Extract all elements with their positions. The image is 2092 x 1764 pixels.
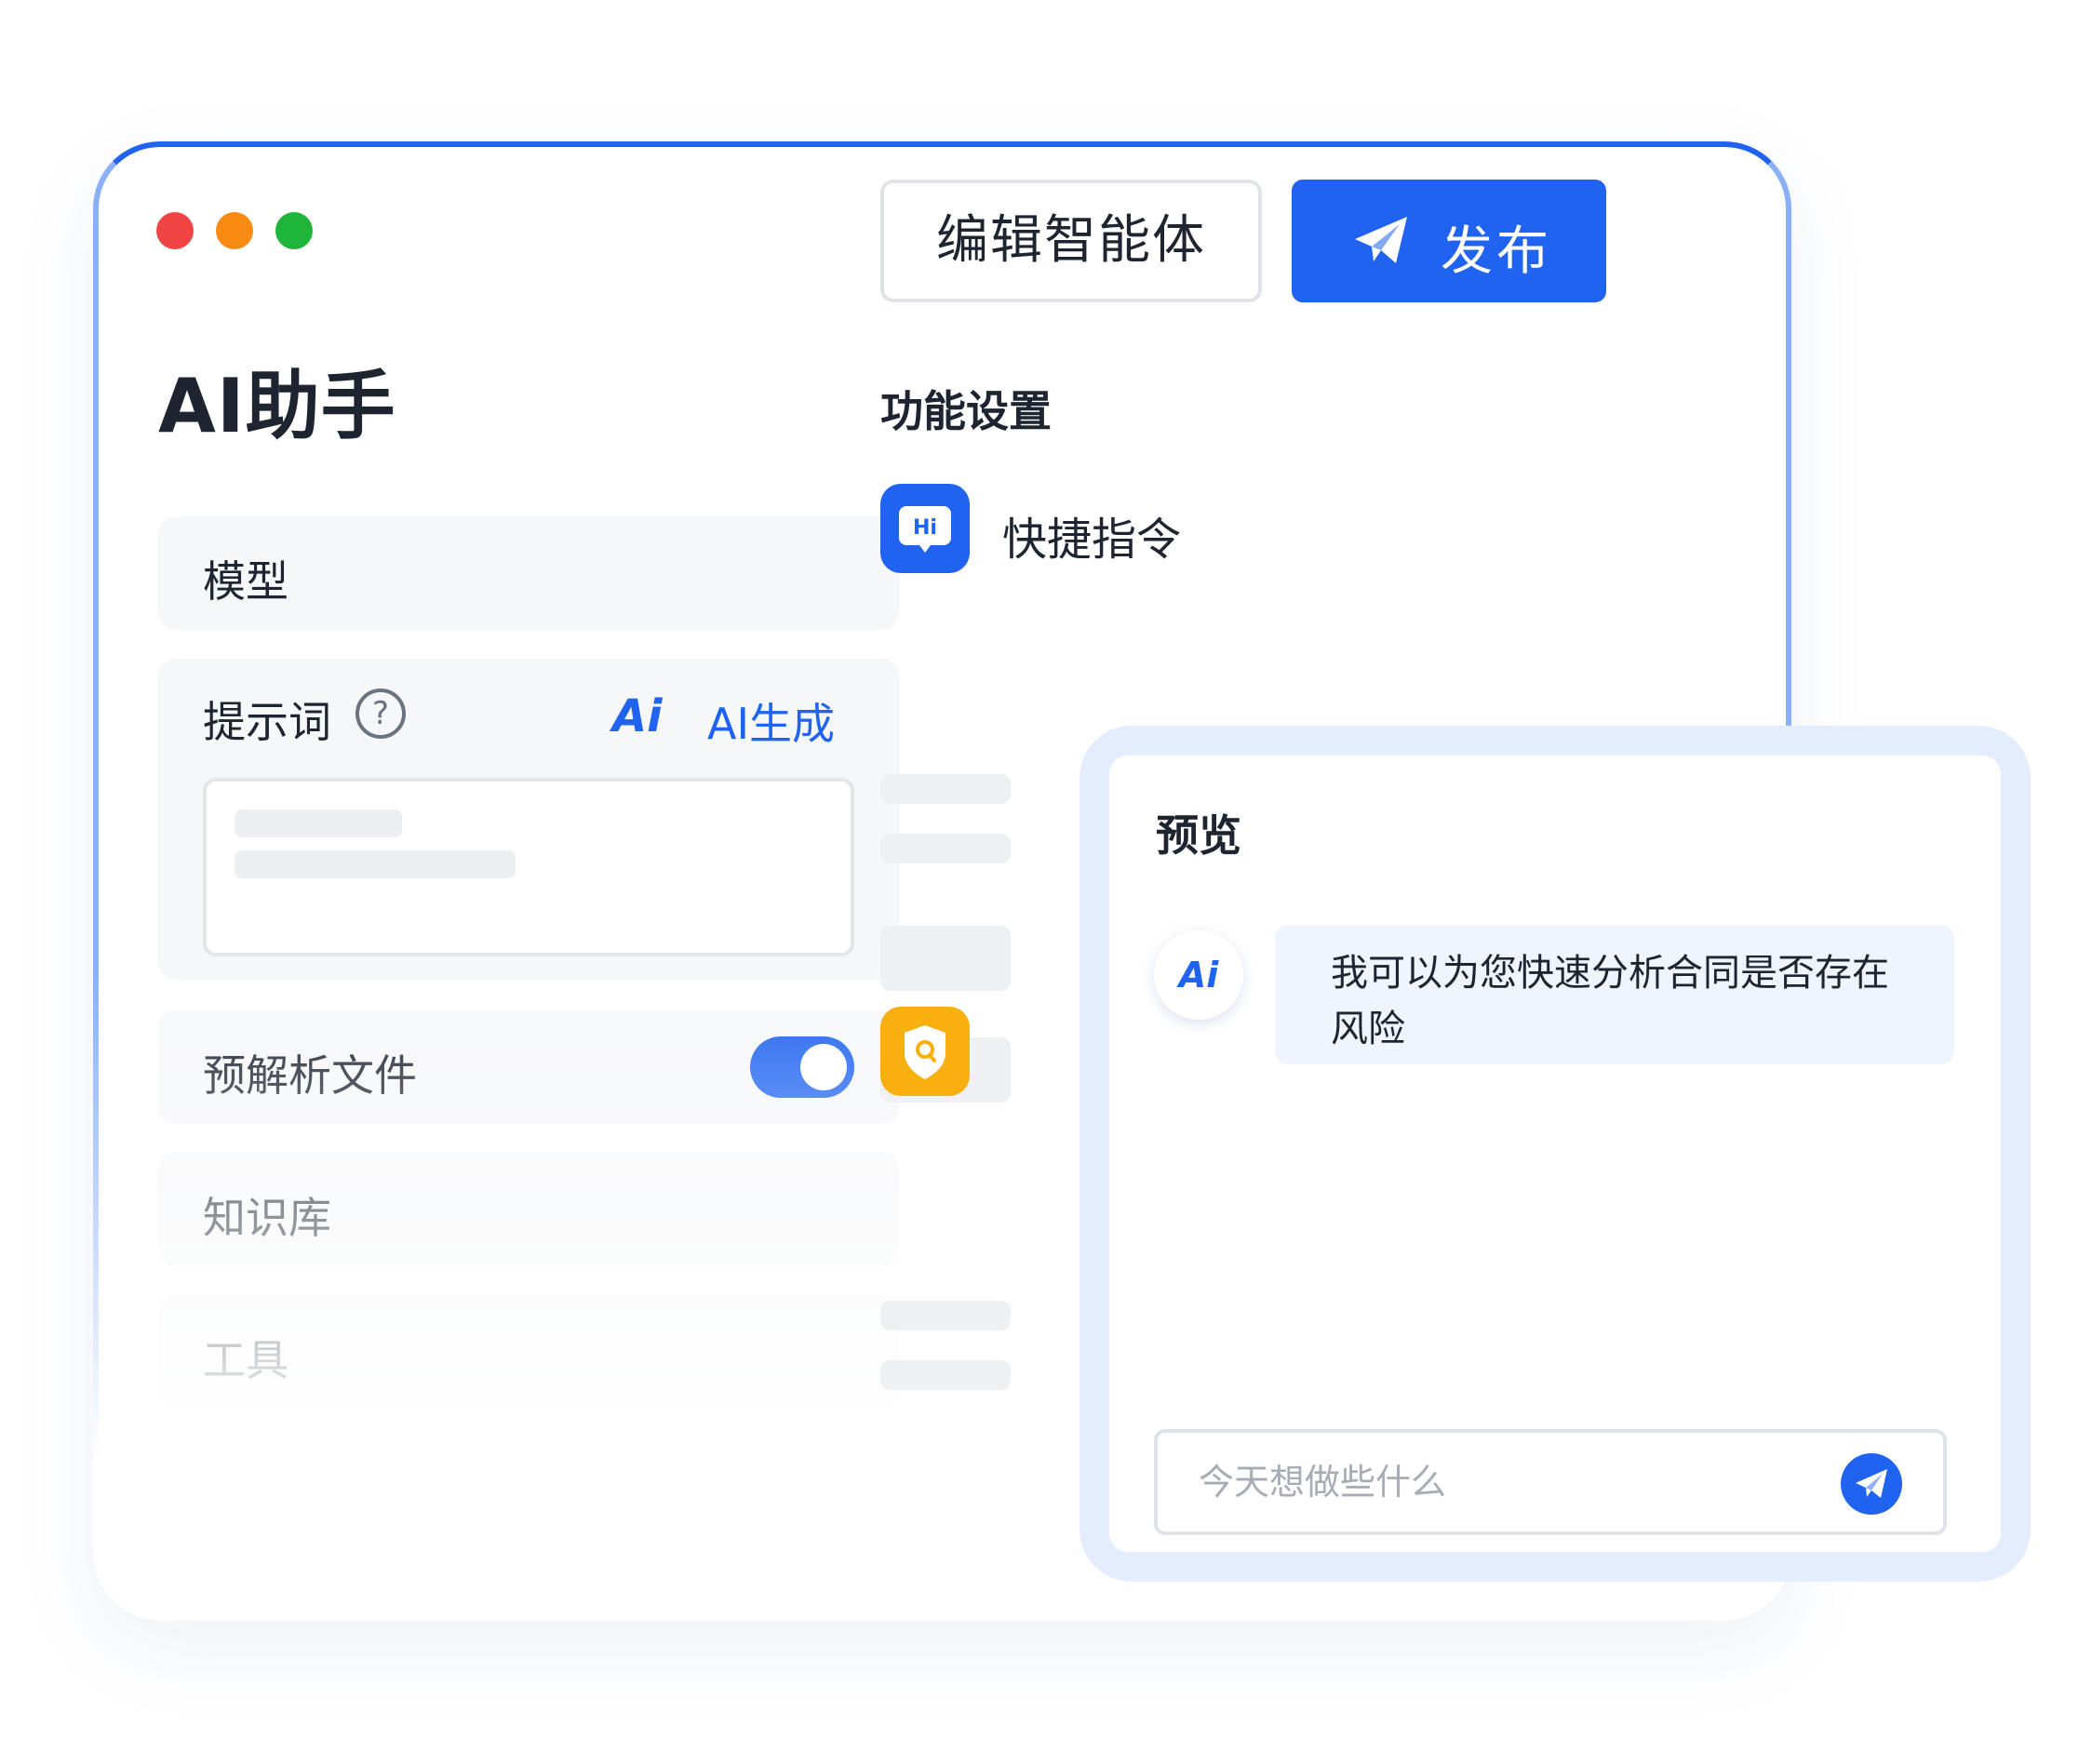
- preparse-file-toggle[interactable]: [750, 1036, 854, 1098]
- ai-logo-icon: Ai: [612, 690, 663, 742]
- feature-settings-title: 功能设置: [880, 386, 1052, 436]
- edit-agent-button[interactable]: 编辑智能体: [880, 180, 1262, 302]
- paper-plane-icon: [1355, 217, 1407, 263]
- model-label: 模型: [203, 556, 288, 607]
- preparse-file-label: 预解析文件: [203, 1050, 417, 1101]
- window-close-button[interactable]: [156, 212, 194, 249]
- skeleton-block: [880, 926, 1011, 991]
- chat-input[interactable]: [1199, 1453, 1794, 1511]
- knowledge-base-section[interactable]: 知识库: [158, 1153, 899, 1266]
- page-title: AI助手: [158, 363, 396, 449]
- stage: AI助手 模型 提示词 ? Ai AI生成 预解析文件 知识库 工具 MCP服务…: [0, 0, 2092, 1764]
- prompt-label: 提示词: [203, 697, 331, 747]
- prompt-section: 提示词 ? Ai AI生成: [158, 659, 899, 980]
- tools-section[interactable]: 工具: [158, 1295, 899, 1409]
- mcp-service-section[interactable]: MCP服务: [158, 1437, 899, 1551]
- publish-label: 发布: [1441, 221, 1552, 282]
- placeholder-line: [235, 809, 402, 837]
- prompt-input[interactable]: [203, 778, 854, 956]
- publish-button[interactable]: 发布: [1292, 180, 1606, 302]
- toggle-knob: [800, 1044, 847, 1090]
- send-button[interactable]: [1841, 1453, 1902, 1515]
- skeleton-line: [880, 774, 1011, 804]
- bot-avatar: Ai: [1154, 930, 1243, 1020]
- send-icon: [1856, 1469, 1887, 1498]
- model-section[interactable]: 模型: [158, 516, 899, 630]
- preview-content: 预览 Ai 我可以为您快速分析合同是否存在风险: [1109, 755, 2001, 1552]
- ai-generate-button[interactable]: AI生成: [707, 690, 835, 752]
- chat-input-box: [1154, 1429, 1947, 1535]
- quick-command-label[interactable]: 快捷指令: [1002, 502, 1181, 568]
- svg-text:Hi: Hi: [913, 516, 937, 540]
- tools-label: 工具: [203, 1335, 288, 1385]
- shield-search-icon: [880, 1007, 970, 1096]
- window-maximize-button[interactable]: [275, 212, 313, 249]
- skeleton-line: [880, 1301, 1011, 1330]
- skeleton-line: [880, 834, 1011, 863]
- preview-panel: 预览 Ai 我可以为您快速分析合同是否存在风险: [1080, 726, 2031, 1582]
- bot-message-bubble: 我可以为您快速分析合同是否存在风险: [1275, 925, 1954, 1064]
- skeleton-line: [880, 1360, 1011, 1390]
- knowledge-base-label: 知识库: [203, 1193, 331, 1243]
- preview-title: 预览: [1156, 810, 1241, 861]
- window-minimize-button[interactable]: [216, 212, 253, 249]
- quick-command-icon: Hi: [880, 484, 970, 573]
- preparse-file-section: 预解析文件: [158, 1010, 899, 1124]
- mcp-service-label: MCP服务: [203, 1477, 382, 1528]
- help-icon[interactable]: ?: [355, 688, 406, 739]
- placeholder-line: [235, 850, 516, 878]
